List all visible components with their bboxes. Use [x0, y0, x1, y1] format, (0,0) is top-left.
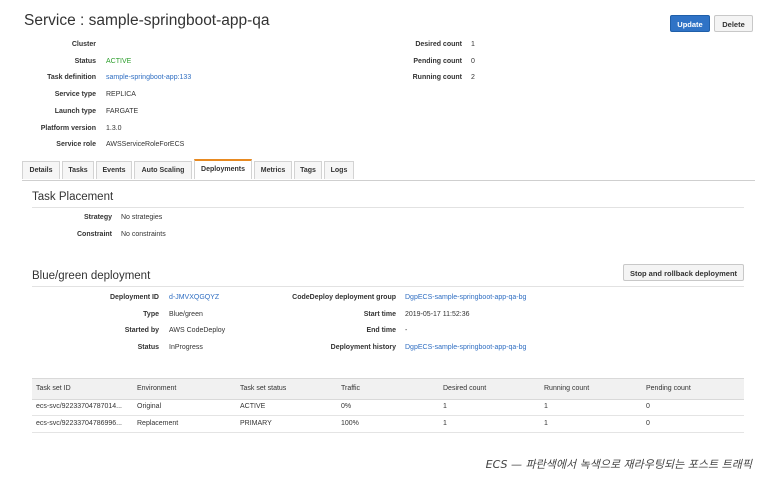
col-environment: Environment: [137, 385, 177, 392]
platform-version-label: Platform version: [40, 125, 96, 132]
service-role-label: Service role: [56, 141, 96, 148]
col-desired-count: Desired count: [443, 385, 487, 392]
service-panel: Service : sample-springboot-app-qa Updat…: [22, 8, 755, 448]
start-time-value: 2019-05-17 11:52:36: [405, 311, 470, 318]
cell-pending-count: 0: [646, 403, 650, 410]
col-running-count: Running count: [544, 385, 590, 392]
cell-environment: Original: [137, 403, 162, 410]
task-placement-divider: [32, 207, 744, 208]
status-label: Status: [74, 58, 96, 65]
service-role-value: AWSServiceRoleForECS: [106, 141, 185, 148]
running-count-value: 2: [471, 74, 475, 81]
strategy-label: Strategy: [83, 214, 112, 221]
strategy-value: No strategies: [121, 214, 163, 221]
tab-auto-scaling[interactable]: Auto Scaling: [134, 161, 192, 179]
tab-details[interactable]: Details: [22, 161, 60, 179]
cell-desired-count: 1: [443, 420, 447, 427]
task-definition-label: Task definition: [47, 74, 96, 81]
type-label: Type: [143, 311, 159, 318]
update-button[interactable]: Update: [670, 15, 710, 32]
cell-task-set-id: ecs-svc/92233704786996...: [36, 420, 123, 427]
tab-logs[interactable]: Logs: [324, 161, 354, 179]
running-count-label: Running count: [412, 74, 462, 81]
desired-count-value: 1: [471, 41, 475, 48]
service-type-label: Service type: [54, 91, 96, 98]
tab-tasks[interactable]: Tasks: [62, 161, 94, 179]
cell-running-count: 1: [544, 420, 548, 427]
constraint-label: Constraint: [77, 231, 112, 238]
col-pending-count: Pending count: [646, 385, 691, 392]
cell-environment: Replacement: [137, 420, 179, 427]
platform-version-value: 1.3.0: [106, 125, 122, 132]
tab-deployments[interactable]: Deployments: [194, 159, 252, 179]
deployment-id-link[interactable]: d-JMVXQGQYZ: [169, 293, 219, 303]
taskset-table-header: Task set ID Environment Task set status …: [32, 378, 744, 400]
launch-type-label: Launch type: [54, 108, 96, 115]
task-definition-link[interactable]: sample-springboot-app:133: [106, 73, 191, 83]
tab-bar: Details Tasks Events Auto Scaling Deploy…: [22, 159, 755, 181]
status-value: ACTIVE: [106, 58, 132, 65]
cell-task-set-id: ecs-svc/92233704787014...: [36, 403, 123, 410]
deployment-status-label: Status: [137, 344, 159, 351]
started-by-label: Started by: [124, 327, 159, 334]
tab-metrics[interactable]: Metrics: [254, 161, 292, 179]
desired-count-label: Desired count: [415, 41, 462, 48]
col-task-set-id: Task set ID: [36, 385, 71, 392]
end-time-label: End time: [366, 327, 396, 334]
service-type-value: REPLICA: [106, 91, 136, 98]
launch-type-value: FARGATE: [106, 108, 139, 115]
type-value: Blue/green: [169, 311, 203, 318]
cell-running-count: 1: [544, 403, 548, 410]
pending-count-label: Pending count: [413, 58, 462, 65]
start-time-label: Start time: [363, 311, 396, 318]
cluster-label: Cluster: [71, 41, 96, 48]
deployment-history-link[interactable]: DgpECS-sample-springboot-app-qa-bg: [405, 343, 526, 353]
deployment-history-label: Deployment history: [330, 344, 396, 351]
tab-events[interactable]: Events: [96, 161, 132, 179]
table-row: ecs-svc/92233704786996... Replacement PR…: [32, 416, 744, 433]
tab-tags[interactable]: Tags: [294, 161, 322, 179]
cell-task-set-status: ACTIVE: [240, 403, 266, 410]
deployment-status-value: InProgress: [169, 344, 203, 351]
page-title: Service : sample-springboot-app-qa: [24, 12, 270, 29]
cell-desired-count: 1: [443, 403, 447, 410]
started-by-value: AWS CodeDeploy: [169, 327, 226, 334]
stop-rollback-button[interactable]: Stop and rollback deployment: [623, 264, 744, 281]
codedeploy-group-label: CodeDeploy deployment group: [292, 294, 396, 301]
cell-traffic: 0%: [341, 403, 352, 410]
deployment-id-label: Deployment ID: [109, 294, 159, 301]
cell-traffic: 100%: [341, 420, 359, 427]
table-row: ecs-svc/92233704787014... Original ACTIV…: [32, 399, 744, 416]
delete-button[interactable]: Delete: [714, 15, 753, 32]
col-task-set-status: Task set status: [240, 385, 287, 392]
figure-caption: ECS — 파란색에서 녹색으로 재라우팅되는 포스트 트래픽: [485, 458, 752, 471]
cell-task-set-status: PRIMARY: [240, 420, 272, 427]
task-placement-title: Task Placement: [32, 191, 114, 203]
col-traffic: Traffic: [341, 385, 361, 392]
bluegreen-divider: [32, 286, 744, 287]
bluegreen-title: Blue/green deployment: [32, 270, 151, 282]
pending-count-value: 0: [471, 58, 475, 65]
end-time-value: -: [405, 327, 408, 334]
cell-pending-count: 0: [646, 420, 650, 427]
constraint-value: No constraints: [121, 231, 166, 238]
codedeploy-group-link[interactable]: DgpECS-sample-springboot-app-qa-bg: [405, 293, 526, 303]
